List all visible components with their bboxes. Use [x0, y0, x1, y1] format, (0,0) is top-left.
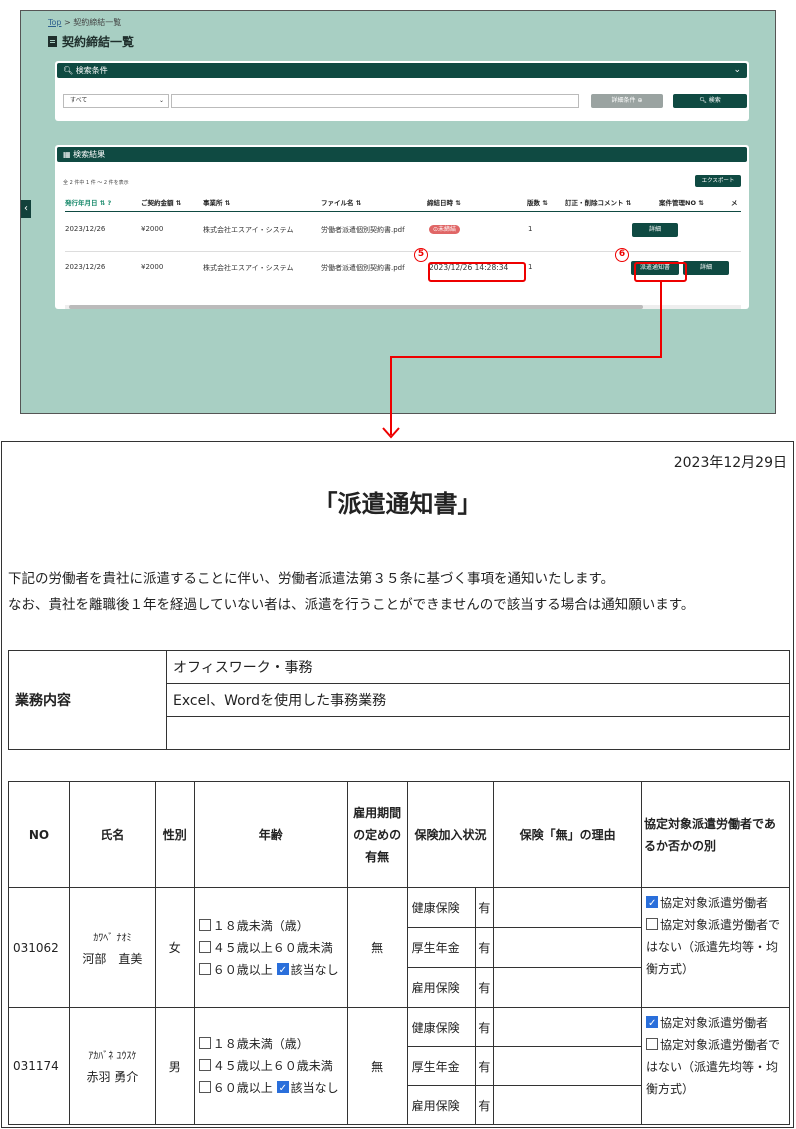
worker2-sex: 男 [154, 1007, 195, 1125]
business-line-1: オフィスワーク・事務 [166, 650, 790, 684]
worker1-sex: 女 [154, 887, 195, 1008]
document-intro: 下記の労働者を貴社に派遣することに伴い、労働者派遣法第３５条に基づく事項を通知い… [8, 571, 695, 613]
checkbox-45-60[interactable] [198, 1059, 211, 1071]
worker2-health-insurance-label: 健康保険 [406, 1007, 477, 1047]
worker2-reason-1 [493, 1007, 642, 1047]
header-name: 氏名 [68, 781, 156, 888]
checkbox-over60[interactable] [198, 1081, 211, 1093]
worker1-pension-label: 厚生年金 [406, 927, 477, 968]
worker1-term: 無 [346, 887, 408, 1008]
worker1-reason-3 [493, 967, 642, 1008]
worker2-employment-insurance: 有 [475, 1085, 495, 1125]
header-no: NO [8, 781, 70, 888]
header-agreement: 協定対象派遣労働者であるか否かの別 [641, 781, 790, 888]
worker1-name-cell: ｶﾜﾍﾞ ﾅｵﾐ 河部 直美 [68, 887, 156, 1008]
worker1-pension: 有 [475, 927, 495, 968]
checkbox-agreement-no[interactable] [646, 1038, 658, 1050]
worker2-reason-3 [493, 1085, 642, 1125]
worker2-name-cell: ｱｶﾊﾞﾈ ﾕｳｽｹ 赤羽 勇介 [68, 1007, 156, 1125]
worker2-employment-insurance-label: 雇用保険 [406, 1085, 477, 1125]
worker2-agreement-cell: 協定対象派遣労働者 協定対象派遣労働者ではない（派遣先均等・均衡方式） [641, 1007, 790, 1125]
checkbox-agreement-yes[interactable] [646, 1013, 658, 1035]
connector-arrow [382, 282, 662, 439]
worker-table: NO 氏名 性別 年齢 雇用期間の定めの有無 保険加入状況 保険「無」の理由 協… [8, 781, 790, 1125]
checkbox-not-applicable[interactable] [276, 960, 289, 982]
worker1-health-insurance-label: 健康保険 [406, 887, 477, 928]
worker2-no: 031174 [8, 1007, 70, 1125]
header-age: 年齢 [193, 781, 348, 888]
worker1-agreement-cell: 協定対象派遣労働者 協定対象派遣労働者ではない（派遣先均等・均衡方式） [641, 887, 790, 1008]
worker2-pension-label: 厚生年金 [406, 1046, 477, 1086]
worker2-age-cell: １８歳未満（歳） ４５歳以上６０歳未満 ６０歳以上 該当なし [193, 1007, 348, 1125]
worker2-term: 無 [346, 1007, 408, 1125]
header-term: 雇用期間の定めの有無 [346, 781, 408, 888]
business-content-label: 業務内容 [8, 650, 167, 750]
worker1-no: 031062 [8, 887, 70, 1008]
header-reason: 保険「無」の理由 [493, 781, 642, 888]
checkbox-over60[interactable] [198, 962, 211, 975]
business-line-2: Excel、Wordを使用した事務業務 [166, 683, 790, 717]
worker1-health-insurance: 有 [475, 887, 495, 928]
document-title: 「派遣通知書」 [313, 490, 482, 518]
worker1-employment-insurance: 有 [475, 967, 495, 1008]
worker1-age-cell: １８歳未満（歳） ４５歳以上６０歳未満 ６０歳以上 該当なし [193, 887, 348, 1008]
checkbox-under18[interactable] [198, 918, 211, 931]
worker1-reason-1 [493, 887, 642, 928]
checkbox-not-applicable[interactable] [276, 1078, 289, 1100]
worker1-reason-2 [493, 927, 642, 968]
business-line-3 [166, 716, 790, 750]
dispatch-notice-document: 2023年12月29日 「派遣通知書」 下記の労働者を貴社に派遣することに伴い、… [1, 441, 794, 1128]
worker1-employment-insurance-label: 雇用保険 [406, 967, 477, 1008]
document-date: 2023年12月29日 [673, 455, 787, 471]
checkbox-agreement-no[interactable] [646, 918, 658, 930]
worker2-pension: 有 [475, 1046, 495, 1086]
checkbox-45-60[interactable] [198, 940, 211, 953]
worker2-health-insurance: 有 [475, 1007, 495, 1047]
header-insurance: 保険加入状況 [406, 781, 495, 888]
checkbox-agreement-yes[interactable] [646, 893, 658, 915]
checkbox-under18[interactable] [198, 1037, 211, 1049]
worker2-reason-2 [493, 1046, 642, 1086]
business-content-table: 業務内容 オフィスワーク・事務 Excel、Wordを使用した事務業務 [8, 650, 790, 750]
header-sex: 性別 [154, 781, 195, 888]
